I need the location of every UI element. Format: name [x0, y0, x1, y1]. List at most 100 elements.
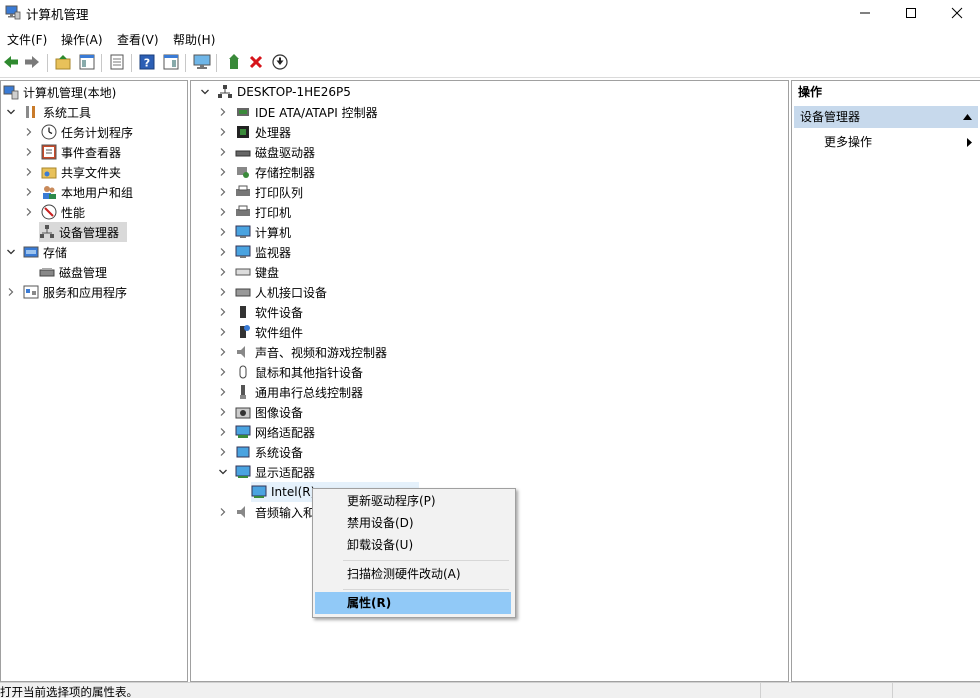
device-category[interactable]: 计算机: [217, 222, 291, 242]
chevron-right-icon[interactable]: [217, 446, 229, 458]
back-button[interactable]: [2, 53, 20, 71]
device-category[interactable]: 打印队列: [217, 182, 303, 202]
chevron-right-icon[interactable]: [23, 166, 35, 178]
device-category[interactable]: 监视器: [217, 242, 291, 262]
device-category[interactable]: 显示适配器: [217, 462, 315, 482]
minimize-button[interactable]: [842, 0, 888, 26]
device-category[interactable]: 通用串行总线控制器: [217, 382, 363, 402]
device-category[interactable]: 磁盘驱动器: [217, 142, 315, 162]
enable-device-button[interactable]: [271, 53, 289, 71]
tree-item-storage[interactable]: 存储: [5, 242, 67, 262]
chevron-right-icon[interactable]: [23, 206, 35, 218]
device-category-label: 监视器: [255, 245, 292, 260]
users-icon: [41, 184, 57, 200]
tree-item-local-users[interactable]: 本地用户和组: [23, 182, 133, 202]
up-folder-button[interactable]: [54, 53, 72, 71]
chevron-right-icon[interactable]: [217, 146, 229, 158]
chevron-right-icon[interactable]: [217, 306, 229, 318]
maximize-button[interactable]: [888, 0, 934, 26]
forward-button[interactable]: [23, 53, 41, 71]
chevron-right-icon[interactable]: [217, 106, 229, 118]
device-category[interactable]: 鼠标和其他指针设备: [217, 362, 363, 382]
uninstall-button[interactable]: [247, 53, 265, 71]
tree-item-performance[interactable]: 性能: [23, 202, 85, 222]
chevron-right-icon[interactable]: [217, 366, 229, 378]
menu-action[interactable]: 操作(A): [61, 31, 103, 48]
actions-section-device-manager[interactable]: 设备管理器: [794, 106, 978, 128]
chevron-right-icon[interactable]: [217, 246, 229, 258]
device-category[interactable]: 系统设备: [217, 442, 303, 462]
device-category[interactable]: 图像设备: [217, 402, 303, 422]
update-driver-button[interactable]: [225, 53, 243, 71]
desktop-computer-icon: [217, 84, 233, 100]
device-tree-root[interactable]: DESKTOP-1HE26P5: [199, 82, 351, 102]
device-category[interactable]: 声音、视频和游戏控制器: [217, 342, 387, 362]
chevron-right-icon[interactable]: [217, 506, 229, 518]
chevron-right-icon[interactable]: [217, 426, 229, 438]
device-category[interactable]: 打印机: [217, 202, 291, 222]
tree-root[interactable]: 计算机管理(本地): [3, 82, 116, 102]
show-hide-tree-button[interactable]: [78, 53, 96, 71]
disk-management-icon: [39, 264, 55, 280]
device-category-audio-inputs[interactable]: 音频输入和: [217, 502, 315, 522]
device-category[interactable]: 处理器: [217, 122, 291, 142]
menu-help[interactable]: 帮助(H): [173, 31, 215, 48]
monitor-button[interactable]: [193, 53, 211, 71]
event-viewer-icon: [41, 144, 57, 160]
device-category[interactable]: 人机接口设备: [217, 282, 327, 302]
ctx-update-driver[interactable]: 更新驱动程序(P): [315, 490, 511, 512]
chevron-right-icon[interactable]: [217, 326, 229, 338]
window-title: 计算机管理: [26, 7, 89, 22]
chevron-down-icon[interactable]: [199, 86, 211, 98]
chevron-right-icon[interactable]: [217, 206, 229, 218]
device-category[interactable]: 软件设备: [217, 302, 303, 322]
device-category[interactable]: 键盘: [217, 262, 279, 282]
tree-item-shared-folders[interactable]: 共享文件夹: [23, 162, 121, 182]
computer-management-icon: [3, 84, 19, 100]
more-actions-item[interactable]: 更多操作: [824, 133, 976, 151]
export-list-button[interactable]: [108, 53, 126, 71]
device-category[interactable]: 网络适配器: [217, 422, 315, 442]
device-category[interactable]: 存储控制器: [217, 162, 315, 182]
chevron-right-icon[interactable]: [217, 286, 229, 298]
chevron-right-icon[interactable]: [217, 346, 229, 358]
menu-bar: 文件(F) 操作(A) 查看(V) 帮助(H): [0, 27, 980, 49]
chevron-right-icon[interactable]: [217, 266, 229, 278]
chevron-down-icon[interactable]: [217, 466, 229, 478]
tree-item-event-viewer[interactable]: 事件查看器: [23, 142, 121, 162]
keyboard-icon: [235, 264, 251, 280]
chevron-right-icon[interactable]: [5, 286, 17, 298]
close-button[interactable]: [934, 0, 980, 26]
chevron-right-icon[interactable]: [217, 126, 229, 138]
status-text: 打开当前选择项的属性表。: [0, 685, 138, 699]
tree-item-device-manager[interactable]: 设备管理器: [39, 222, 127, 242]
device-category[interactable]: IDE ATA/ATAPI 控制器: [217, 102, 378, 122]
chevron-right-icon[interactable]: [217, 386, 229, 398]
ctx-properties[interactable]: 属性(R): [315, 592, 511, 614]
speaker-icon: [235, 504, 251, 520]
tree-item-disk-management[interactable]: 磁盘管理: [39, 262, 107, 282]
chevron-right-icon[interactable]: [23, 126, 35, 138]
device-category[interactable]: 软件组件: [217, 322, 303, 342]
chevron-right-icon[interactable]: [217, 186, 229, 198]
device-category-label: 系统设备: [255, 445, 304, 460]
chevron-down-icon[interactable]: [5, 246, 17, 258]
tree-item-task-scheduler[interactable]: 任务计划程序: [23, 122, 133, 142]
ctx-uninstall-device[interactable]: 卸载设备(U): [315, 534, 511, 556]
submenu-arrow-icon: [967, 138, 972, 147]
ctx-disable-device[interactable]: 禁用设备(D): [315, 512, 511, 534]
chevron-right-icon[interactable]: [217, 166, 229, 178]
chevron-right-icon[interactable]: [23, 186, 35, 198]
toolbar: ?: [0, 49, 980, 78]
chevron-down-icon[interactable]: [5, 106, 17, 118]
tree-item-system-tools[interactable]: 系统工具: [5, 102, 91, 122]
action-pane-button[interactable]: [162, 53, 180, 71]
ctx-scan-hardware[interactable]: 扫描检测硬件改动(A): [315, 563, 511, 585]
help-button[interactable]: ?: [138, 53, 156, 71]
tree-item-services-apps[interactable]: 服务和应用程序: [5, 282, 127, 302]
chevron-right-icon[interactable]: [217, 406, 229, 418]
chevron-right-icon[interactable]: [217, 226, 229, 238]
menu-file[interactable]: 文件(F): [7, 31, 47, 48]
menu-view[interactable]: 查看(V): [117, 31, 159, 48]
chevron-right-icon[interactable]: [23, 146, 35, 158]
